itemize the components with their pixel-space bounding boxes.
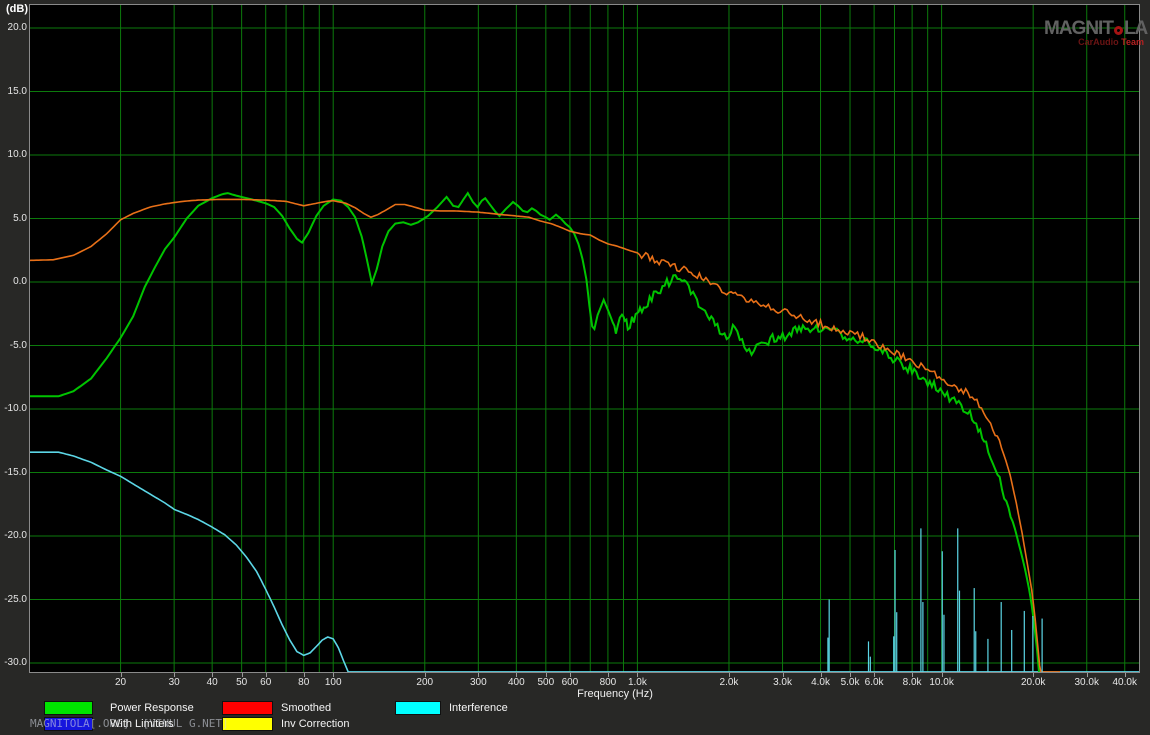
frequency-response-chart — [29, 4, 1140, 673]
legend-swatch-inv-correction — [222, 717, 273, 731]
x-tick-label: 3.0k — [773, 677, 792, 688]
x-tick-label: 40 — [207, 677, 218, 688]
x-tick-label: 4.0k — [811, 677, 830, 688]
x-tick-label: 5.0k — [841, 677, 860, 688]
legend-label-with-limiters: With Limiters — [110, 717, 174, 731]
logo-target-icon — [1114, 26, 1123, 35]
plot-background — [29, 4, 1140, 673]
x-tick-label: 2.0k — [720, 677, 739, 688]
legend-label-interference: Interference — [449, 701, 508, 715]
x-tick-label: 600 — [562, 677, 579, 688]
y-tick-label: -30.0 — [0, 657, 27, 669]
y-tick-label: -10.0 — [0, 403, 27, 415]
y-tick-label: 20.0 — [0, 22, 27, 34]
legend-label-smoothed: Smoothed — [281, 701, 331, 715]
x-tick-label: 200 — [416, 677, 433, 688]
y-tick-label: 5.0 — [0, 213, 27, 225]
x-tick-label: 60 — [260, 677, 271, 688]
x-tick-label: 8.0k — [903, 677, 922, 688]
legend-swatch-smoothed — [222, 701, 273, 715]
y-tick-label: -25.0 — [0, 594, 27, 606]
y-tick-label: 0.0 — [0, 276, 27, 288]
x-tick-label: 100 — [325, 677, 342, 688]
x-tick-label: 80 — [298, 677, 309, 688]
x-tick-label: 500 — [537, 677, 554, 688]
legend-swatch-power-response — [44, 701, 93, 715]
legend-label-power-response: Power Response — [110, 701, 194, 715]
y-axis-unit-label: (dB) — [6, 3, 28, 15]
logo-wordmark: MAGNITLA — [1044, 19, 1144, 39]
magnitola-logo: MAGNITLA CarAudio Team — [1044, 19, 1144, 47]
x-tick-label: 20.0k — [1021, 677, 1045, 688]
y-tick-label: -5.0 — [0, 340, 27, 352]
x-tick-label: 40.0k — [1113, 677, 1137, 688]
x-axis-title: Frequency (Hz) — [577, 688, 653, 700]
app-window: (dB) 20.0 15.0 10.0 5.0 0.0 -5.0 -10.0 -15.0 -20… — [0, 0, 1150, 735]
x-tick-label: 50 — [236, 677, 247, 688]
y-tick-label: -20.0 — [0, 530, 27, 542]
x-tick-label: 10.0k — [929, 677, 953, 688]
x-tick-label: 300 — [470, 677, 487, 688]
y-tick-label: -15.0 — [0, 467, 27, 479]
x-tick-label: 6.0k — [865, 677, 884, 688]
legend-swatch-interference — [395, 701, 441, 715]
x-tick-label: 30.0k — [1075, 677, 1099, 688]
y-tick-label: 15.0 — [0, 86, 27, 98]
x-tick-label: 1.0k — [628, 677, 647, 688]
x-tick-label: 800 — [600, 677, 617, 688]
legend-label-inv-correction: Inv Correction — [281, 717, 349, 731]
x-tick-label: 30 — [169, 677, 180, 688]
x-tick-label: 400 — [508, 677, 525, 688]
x-tick-label: 20 — [115, 677, 126, 688]
y-tick-label: 10.0 — [0, 149, 27, 161]
